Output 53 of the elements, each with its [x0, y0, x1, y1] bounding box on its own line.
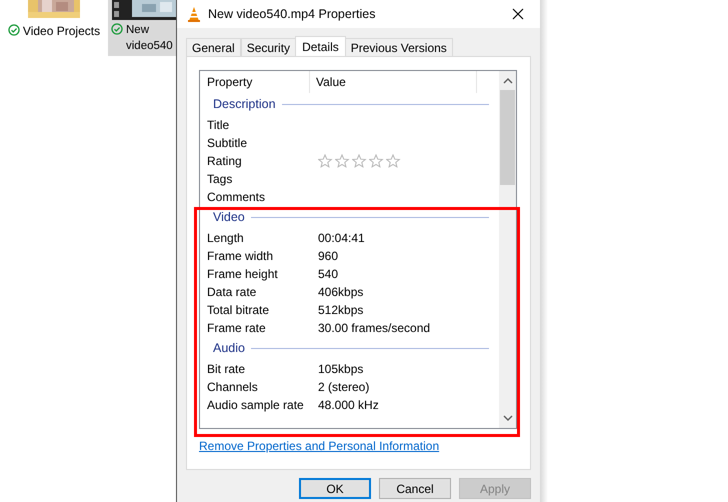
star-icon: [335, 154, 350, 168]
file-item[interactable]: Video Projects: [0, 0, 108, 56]
star-icon: [318, 154, 333, 168]
property-value: 2 (stereo): [317, 379, 370, 396]
property-name: Tags: [206, 171, 234, 188]
file-item[interactable]: New video540: [108, 0, 176, 56]
property-name: Frame rate: [206, 320, 267, 337]
traffic-cone-icon: [187, 6, 201, 22]
property-name: Title: [206, 117, 230, 134]
star-icon: [352, 154, 367, 168]
property-value: 105kbps: [317, 361, 364, 378]
property-name: Audio sample rate: [206, 397, 305, 414]
dialog-button[interactable]: OK: [299, 478, 371, 499]
property-value: 960: [317, 248, 338, 265]
sync-check-icon: [111, 23, 123, 35]
property-name: Channels: [206, 379, 259, 396]
property-name: Frame width: [206, 248, 274, 265]
remove-properties-link[interactable]: Remove Properties and Personal Information: [199, 437, 440, 455]
scrollbar[interactable]: [499, 71, 516, 428]
section-header: Video: [213, 209, 245, 226]
tab[interactable]: Previous Versions: [344, 38, 453, 56]
scroll-down-icon: [502, 414, 512, 422]
property-value: 00:04:41: [317, 230, 365, 247]
tab[interactable]: General: [186, 38, 241, 56]
property-name: Length: [206, 230, 245, 247]
property-value: 30.00 frames/second: [317, 320, 430, 337]
star-icon: [369, 154, 384, 168]
property-name: Subtitle: [206, 135, 248, 152]
property-name: Frame height: [206, 266, 279, 283]
property-name: Rating: [206, 153, 243, 170]
property-name: Comments: [206, 189, 266, 206]
property-name: Data rate: [206, 284, 258, 301]
property-value: 540: [317, 266, 338, 283]
scrollbar-thumb[interactable]: [500, 90, 515, 185]
star-icon: [386, 154, 401, 168]
property-value: 512kbps: [317, 302, 364, 319]
file-name: New video540: [126, 23, 174, 54]
column-header[interactable]: Value: [310, 71, 477, 93]
file-name: Video Projects: [22, 23, 100, 39]
tab[interactable]: Security: [240, 38, 296, 56]
section-header: Audio: [213, 340, 245, 358]
tab[interactable]: Details: [295, 36, 346, 56]
section-header: Description: [213, 96, 276, 114]
scroll-up-icon: [502, 77, 512, 85]
property-value: 48.000 kHz: [317, 397, 379, 414]
window-title: New video540.mp4 Properties: [208, 6, 376, 23]
column-header[interactable]: Property: [200, 71, 310, 93]
close-icon: [512, 8, 524, 20]
dialog-button[interactable]: Cancel: [379, 478, 451, 499]
property-name: Bit rate: [206, 361, 246, 378]
property-value: 406kbps: [317, 284, 364, 301]
property-name: Total bitrate: [206, 302, 270, 319]
sync-check-icon: [8, 24, 20, 36]
